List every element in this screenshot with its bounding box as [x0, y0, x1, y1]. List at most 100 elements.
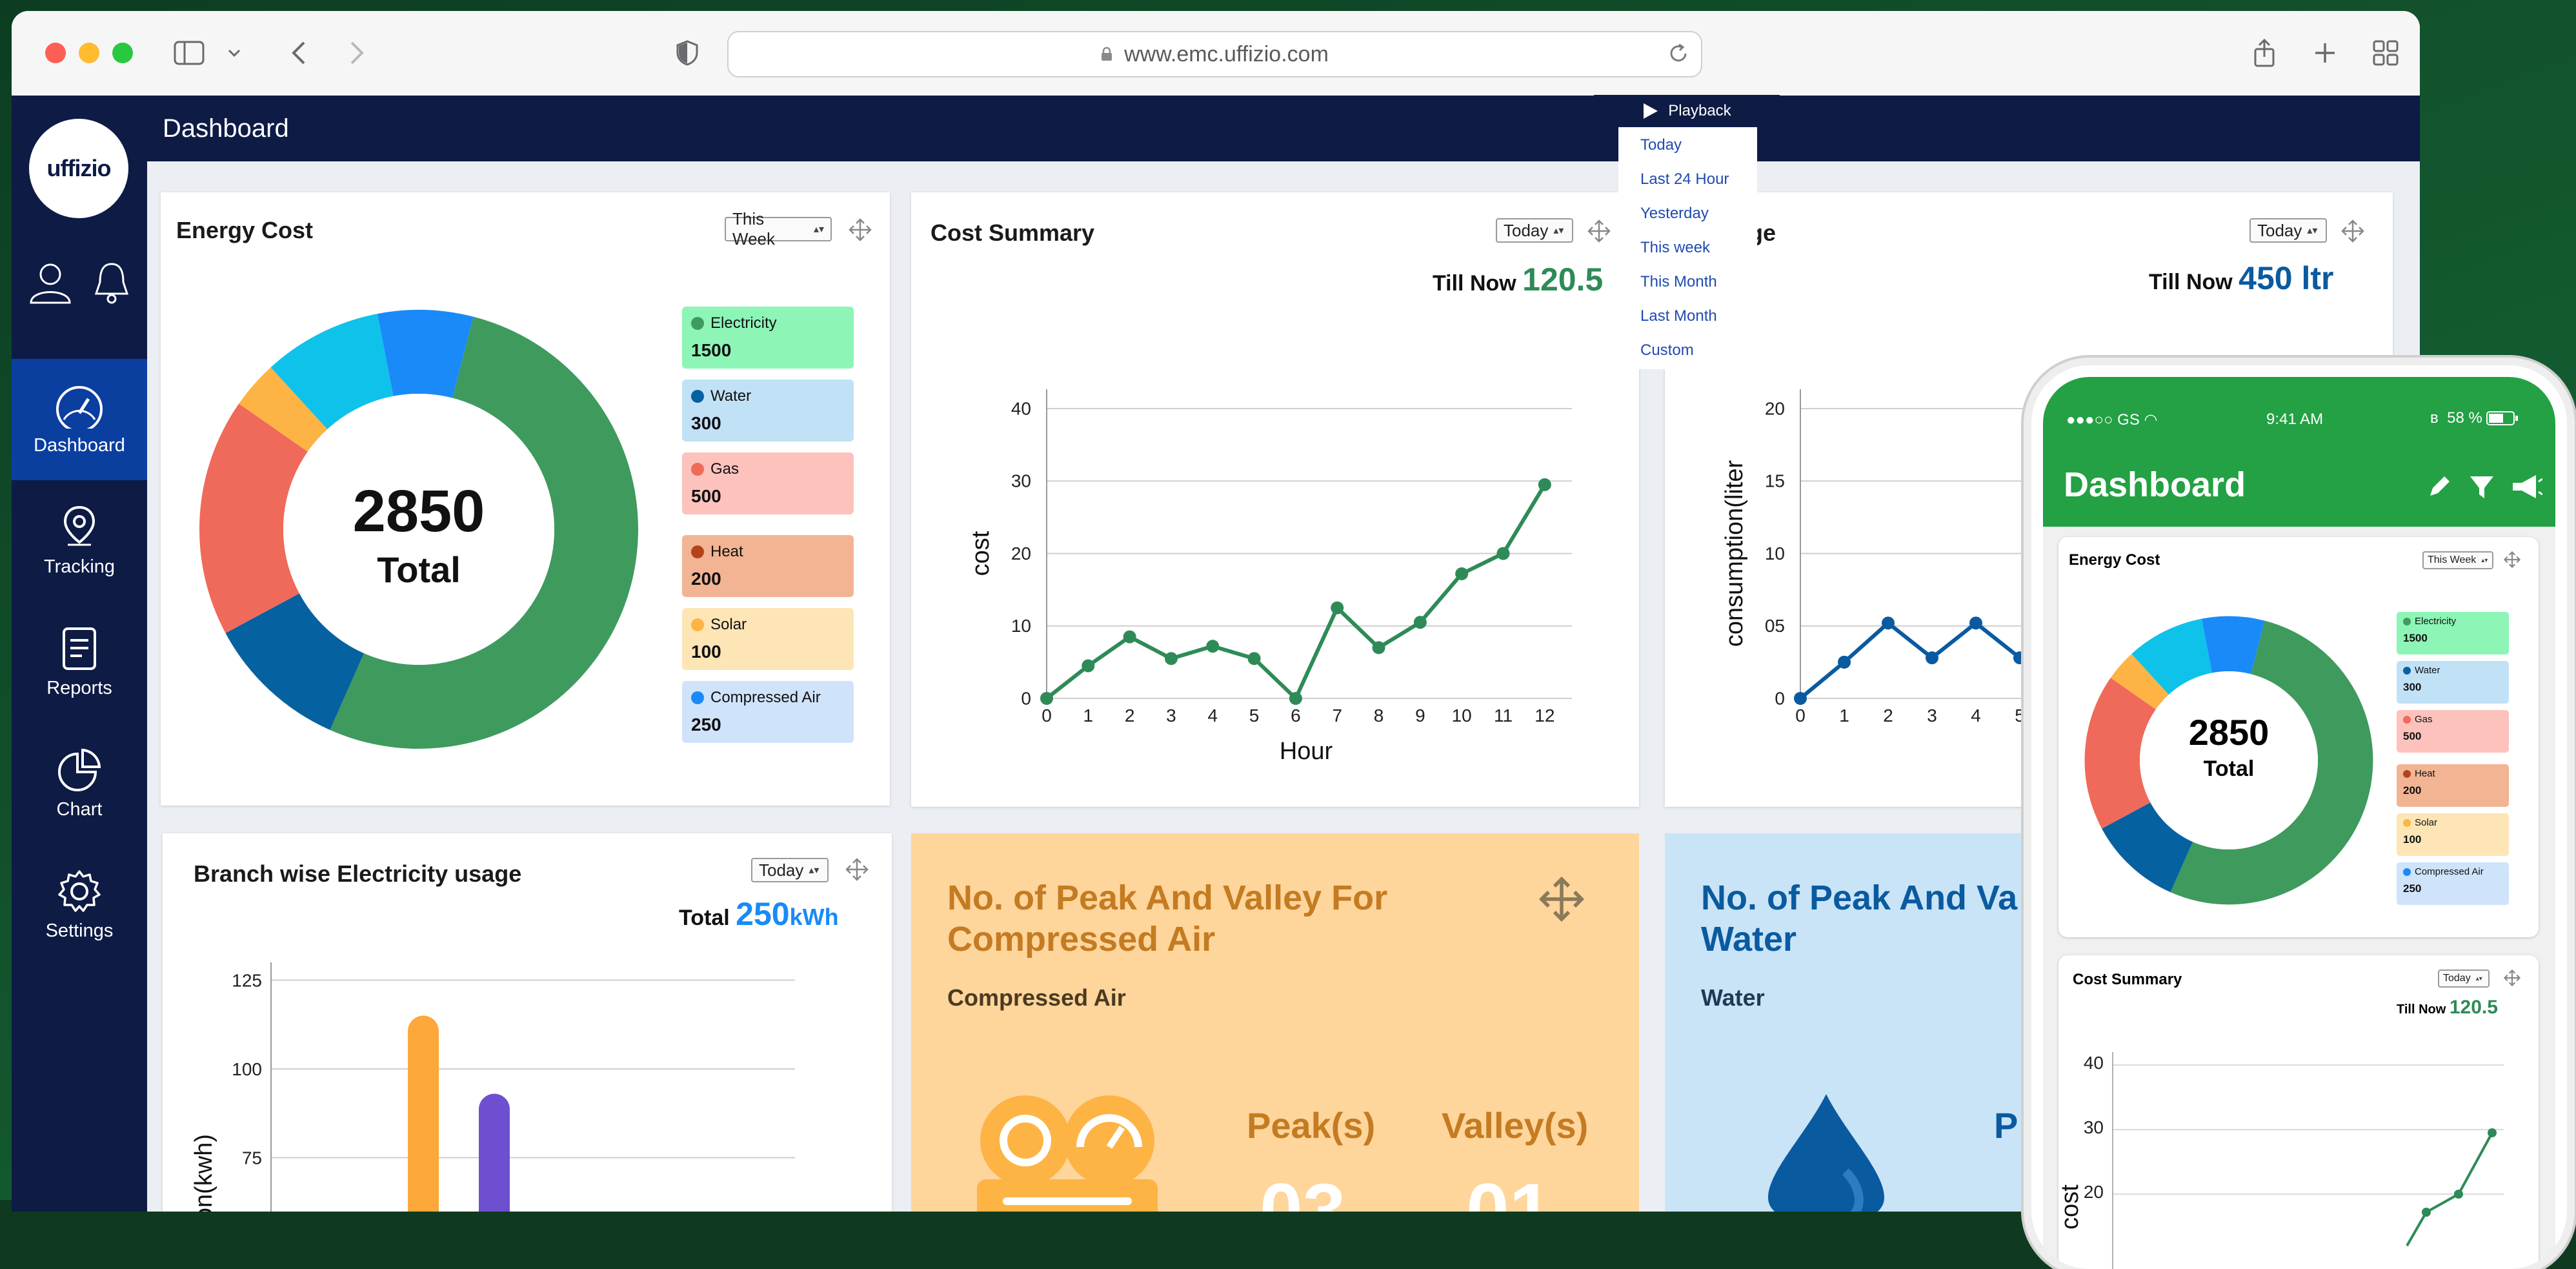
bell-icon[interactable]	[92, 260, 131, 305]
playback-button[interactable]: Playback	[1594, 95, 1780, 127]
data-point[interactable]	[1082, 659, 1095, 673]
bar[interactable]	[408, 1015, 439, 1212]
bar[interactable]	[479, 1093, 510, 1212]
x-tick-label: 3	[1166, 706, 1176, 726]
sidebar-item-settings[interactable]: Settings	[12, 844, 147, 966]
move-icon[interactable]	[1587, 219, 1611, 243]
dropdown-option-today[interactable]: Today	[1640, 136, 1682, 154]
sidebar-item-reports[interactable]: Reports	[12, 602, 147, 723]
maximize-window-button[interactable]	[112, 43, 133, 63]
legend-item-electricity[interactable]: Electricity 1500	[682, 307, 854, 369]
playback-label: Playback	[1668, 102, 1731, 119]
phone-cost-filter-select[interactable]: Today ▴▾	[2438, 970, 2490, 988]
card-title: No. of Peak And Va Water	[1701, 877, 2017, 960]
move-icon[interactable]	[849, 218, 872, 241]
minimize-window-button[interactable]	[79, 43, 99, 63]
filter-icon[interactable]	[2469, 475, 2495, 500]
data-point[interactable]	[1882, 616, 1895, 630]
data-point[interactable]	[2454, 1190, 2463, 1199]
data-point[interactable]	[2422, 1208, 2431, 1217]
legend-dot	[2403, 818, 2411, 827]
data-point[interactable]	[2488, 1128, 2497, 1137]
data-point[interactable]	[1794, 692, 1807, 705]
water-drop-icon	[1768, 1094, 1884, 1212]
data-point[interactable]	[1289, 692, 1302, 705]
phone-time: 9:41 AM	[2266, 411, 2324, 428]
close-window-button[interactable]	[45, 43, 66, 63]
legend-item-water[interactable]: Water 300	[2397, 661, 2509, 704]
address-bar[interactable]: www.emc.uffizio.com	[727, 31, 1702, 77]
data-point[interactable]	[1247, 652, 1261, 665]
legend-item-compressed-air[interactable]: Compressed Air 250	[2397, 862, 2509, 905]
uffizio-logo[interactable]: uffizio	[29, 119, 128, 218]
data-point[interactable]	[1040, 692, 1053, 705]
data-point[interactable]	[1372, 641, 1385, 655]
move-icon[interactable]	[2504, 970, 2521, 986]
shield-icon[interactable]	[671, 37, 703, 69]
move-icon[interactable]	[1536, 873, 1587, 925]
legend-item-electricity[interactable]: Electricity 1500	[2397, 612, 2509, 655]
legend-item-heat[interactable]: Heat 200	[682, 535, 854, 597]
y-tick-label: 40	[1011, 398, 1031, 418]
data-point[interactable]	[1455, 567, 1469, 580]
phone-energy-card: Energy Cost This Week ▴▾ 2850 Total Elect…	[2058, 537, 2539, 937]
legend-dot	[2403, 769, 2411, 778]
move-icon[interactable]	[2504, 551, 2521, 568]
data-point[interactable]	[1926, 651, 1938, 665]
legend-name: Solar	[710, 616, 747, 633]
data-point[interactable]	[1838, 655, 1851, 669]
move-icon[interactable]	[2341, 219, 2364, 243]
megaphone-icon[interactable]	[2510, 474, 2542, 500]
edit-icon[interactable]	[2426, 474, 2452, 500]
data-point[interactable]	[1496, 547, 1510, 560]
legend-item-heat[interactable]: Heat 200	[2397, 764, 2509, 807]
dropdown-option-last-month[interactable]: Last Month	[1640, 307, 1717, 325]
dropdown-option-this-month[interactable]: This Month	[1640, 273, 1717, 291]
peak-label: P	[1994, 1105, 2018, 1146]
data-point[interactable]	[1331, 601, 1344, 614]
dropdown-option-last-24-hour[interactable]: Last 24 Hour	[1640, 170, 1729, 188]
data-point[interactable]	[1164, 652, 1178, 665]
dropdown-option-this-week[interactable]: This week	[1640, 239, 1710, 257]
user-icon[interactable]	[28, 260, 73, 305]
cost-summary-filter-select[interactable]: Today ▴▾	[1496, 218, 1573, 243]
data-point[interactable]	[1538, 478, 1551, 491]
back-icon[interactable]	[283, 37, 315, 69]
reload-icon[interactable]	[1667, 43, 1689, 65]
y-tick-label: 100	[232, 1059, 262, 1079]
data-point[interactable]	[1206, 640, 1220, 653]
phone-energy-legend: Electricity 1500 Water 300 Gas 500 Heat 200 …	[2397, 612, 2509, 909]
water-usage-filter-select[interactable]: Today ▴▾	[2249, 218, 2327, 243]
till-now: Till Now 120.5	[2397, 997, 2498, 1019]
y-tick-label: 20	[2084, 1182, 2104, 1202]
chevron-down-icon[interactable]	[225, 37, 244, 69]
donut-total-value: 2850	[2188, 712, 2269, 753]
x-tick-label: 12	[1535, 706, 1555, 726]
sidebar-item-chart[interactable]: Chart	[12, 723, 147, 844]
tab-overview-icon[interactable]	[2370, 37, 2402, 69]
branch-usage-filter-select[interactable]: Today ▴▾	[751, 858, 829, 882]
card-title: Cost Summary	[2073, 971, 2182, 988]
wifi-icon: ◠	[2144, 411, 2158, 429]
energy-cost-filter-select[interactable]: This Week ▴▾	[725, 209, 832, 249]
phone-energy-filter-select[interactable]: This Week ▴▾	[2422, 551, 2493, 569]
sidebar-toggle-icon[interactable]	[173, 37, 205, 69]
legend-item-solar[interactable]: Solar 100	[2397, 813, 2509, 856]
data-point[interactable]	[1413, 616, 1427, 629]
sidebar-item-tracking[interactable]: Tracking	[12, 480, 147, 602]
forward-icon[interactable]	[341, 37, 373, 69]
data-point[interactable]	[2013, 651, 2026, 665]
share-icon[interactable]	[2248, 37, 2280, 69]
legend-item-solar[interactable]: Solar 100	[682, 608, 854, 670]
data-point[interactable]	[1123, 630, 1136, 644]
move-icon[interactable]	[845, 858, 869, 881]
dropdown-option-custom[interactable]: Custom	[1640, 341, 1694, 360]
dropdown-option-yesterday[interactable]: Yesterday	[1640, 205, 1709, 223]
data-point[interactable]	[1969, 616, 1982, 630]
legend-item-compressed-air[interactable]: Compressed Air 250	[682, 681, 854, 743]
legend-item-gas[interactable]: Gas 500	[682, 452, 854, 514]
sidebar-item-dashboard[interactable]: Dashboard	[12, 359, 147, 480]
new-tab-icon[interactable]	[2309, 37, 2341, 69]
legend-item-gas[interactable]: Gas 500	[2397, 710, 2509, 753]
legend-item-water[interactable]: Water 300	[682, 380, 854, 442]
